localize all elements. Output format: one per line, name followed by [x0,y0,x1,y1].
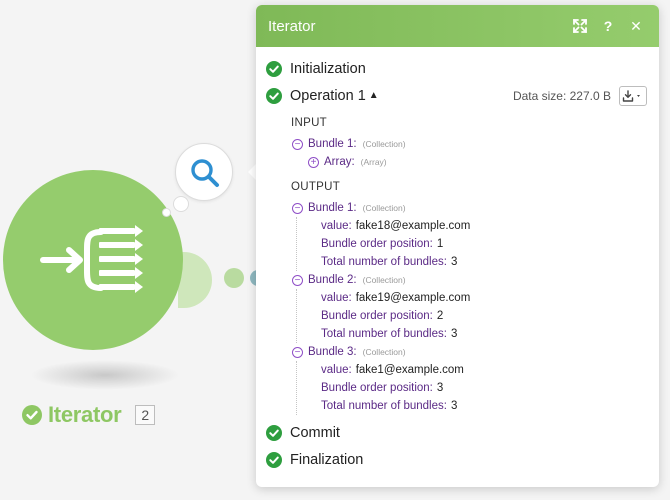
tree-node[interactable]: − Bundle 1: (Collection) [292,135,647,153]
collapse-caret-icon[interactable]: ▲ [369,90,379,101]
node-key: Total number of bundles: [321,256,447,268]
node-type: (Collection) [362,275,406,285]
tree-children: value: fake19@example.com Bundle order p… [296,289,647,343]
collapse-icon[interactable]: − [292,202,303,214]
node-key: value: [321,292,352,304]
expand-button[interactable] [569,15,591,37]
panel-pointer [248,164,256,180]
iterator-icon [40,225,143,293]
node-key: Bundle order position: [321,382,433,394]
node-type: (Collection) [362,347,406,357]
close-icon: ✕ [630,17,642,34]
node-key: Bundle 1: [308,138,357,150]
success-check-icon [266,424,282,441]
node-value[interactable]: fake1@example.com [356,364,464,376]
tree-leaf: Total number of bundles: 3 [309,325,647,343]
download-button[interactable] [619,85,647,106]
node-key: value: [321,220,352,232]
tree-children: value: fake18@example.com Bundle order p… [296,217,647,271]
node-type: (Collection) [362,203,406,213]
node-key: value: [321,364,352,376]
output-heading: OUTPUT [291,181,341,193]
data-size: Data size: 227.0 B [512,88,611,103]
panel-body: Initialization Operation 1 ▲ Data size: … [256,47,659,473]
collapse-icon[interactable]: − [292,138,303,150]
panel-header: Iterator ? ✕ [256,5,659,47]
collapse-icon[interactable]: − [292,274,303,286]
node-type: (Collection) [362,139,406,149]
stage-label: Operation 1 [290,87,366,104]
stage-commit[interactable]: Commit [266,419,647,446]
stage-label: Initialization [290,60,366,77]
tree-leaf: value: fake1@example.com [309,361,647,379]
success-check-icon [266,451,282,468]
help-icon: ? [603,18,613,34]
node-key: Bundle 3: [308,346,357,358]
tree-node[interactable]: − Bundle 1: (Collection) [292,199,647,217]
node-value[interactable]: 1 [437,238,443,250]
node-type: (Array) [360,157,387,167]
close-button[interactable]: ✕ [625,15,647,37]
module-connector[interactable] [178,252,212,308]
output-tree: − Bundle 1: (Collection) value: fake18@e… [292,199,647,415]
node-key: Bundle 2: [308,274,357,286]
node-key: Bundle 1: [308,202,357,214]
connector-dot [224,268,244,288]
node-key: Total number of bundles: [321,400,447,412]
tree-leaf: Bundle order position: 2 [309,307,647,325]
tree-leaf: Total number of bundles: 3 [309,253,647,271]
module-shadow [30,360,180,390]
node-key: Array: [324,156,355,168]
expand-icon [573,19,587,33]
node-key: Bundle order position: [321,310,433,322]
expand-node-icon[interactable]: + [308,156,319,168]
input-tree: − Bundle 1: (Collection) + Array: (Array… [292,135,647,171]
tree-leaf: Bundle order position: 1 [309,235,647,253]
panel-title: Iterator [268,17,316,35]
node-value[interactable]: fake19@example.com [356,292,471,304]
thought-bubble-dot-small [162,208,171,217]
collapse-icon[interactable]: − [292,346,303,358]
node-key: Bundle order position: [321,238,433,250]
node-value[interactable]: 3 [451,400,457,412]
stage-finalization[interactable]: Finalization [266,446,647,473]
tree-leaf: value: fake19@example.com [309,289,647,307]
tree-children: value: fake1@example.com Bundle order po… [296,361,647,415]
tree-leaf: Bundle order position: 3 [309,379,647,397]
stage-label: Commit [290,424,340,441]
help-button[interactable]: ? [597,15,619,37]
success-check-icon [266,87,282,104]
stage-operation[interactable]: Operation 1 ▲ Data size: 227.0 B [266,82,647,109]
module-label: Iterator 2 [22,402,156,428]
success-check-icon [22,405,42,425]
tree-node[interactable]: − Bundle 2: (Collection) [292,271,647,289]
node-value[interactable]: fake18@example.com [356,220,471,232]
tree-node[interactable]: − Bundle 3: (Collection) [292,343,647,361]
tree-children: + Array: (Array) [308,153,647,171]
input-heading: INPUT [291,117,327,129]
search-bubble[interactable] [175,143,233,201]
tree-leaf: value: fake18@example.com [309,217,647,235]
tree-node[interactable]: + Array: (Array) [308,153,647,171]
iterator-module[interactable] [3,170,183,350]
node-value[interactable]: 3 [451,256,457,268]
tree-leaf: Total number of bundles: 3 [309,397,647,415]
node-value[interactable]: 2 [437,310,443,322]
stage-initialization[interactable]: Initialization [266,55,647,82]
success-check-icon [266,60,282,77]
download-icon [622,89,640,102]
execution-inspector-panel: Iterator ? ✕ Initialization Operation 1 … [256,5,659,487]
node-value[interactable]: 3 [451,328,457,340]
module-id-badge: 2 [135,405,156,425]
node-key: Total number of bundles: [321,328,447,340]
stage-label: Finalization [290,451,364,468]
node-value[interactable]: 3 [437,382,443,394]
module-name: Iterator [48,402,122,427]
thought-bubble-dot [173,196,189,212]
search-icon [191,159,219,187]
